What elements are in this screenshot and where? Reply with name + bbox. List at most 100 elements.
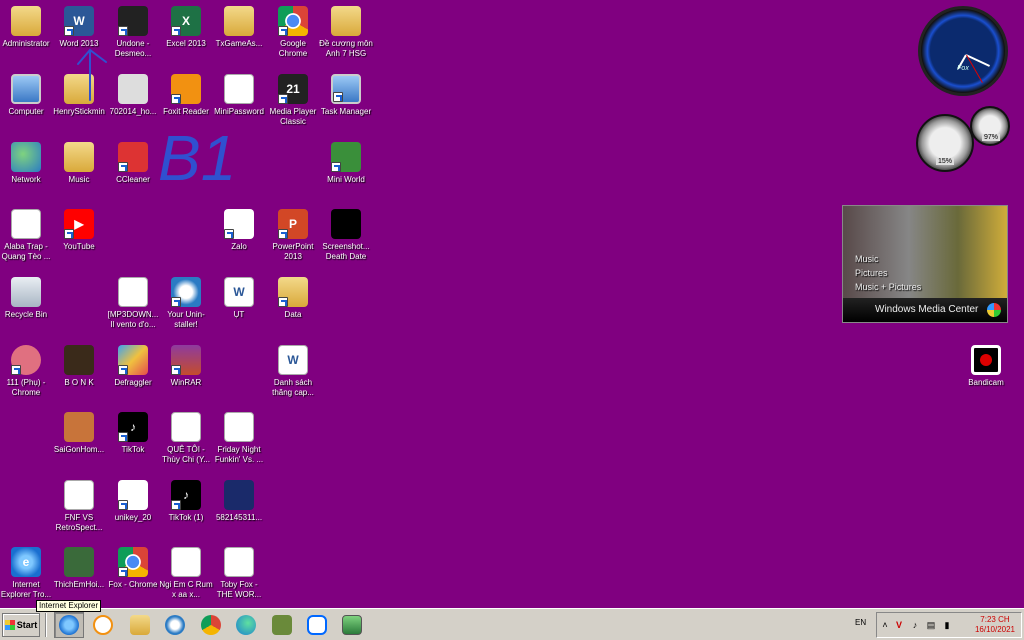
start-button[interactable]: Start <box>2 613 40 637</box>
desktop-icon-toby-fox[interactable]: MP3 Toby Fox - THE WOR... <box>211 543 267 600</box>
desktop-icon-bandicam[interactable]: Bandicam <box>958 341 1014 388</box>
desktop-icon-mini-world[interactable]: Mini World <box>318 138 374 185</box>
wmc-menu-music-pictures[interactable]: Music + Pictures <box>855 280 921 294</box>
desktop-icon-music[interactable]: Music <box>51 138 107 185</box>
wmc-menu: Music Pictures Music + Pictures <box>855 252 921 294</box>
desktop-icon-ut[interactable]: W ỤT <box>211 273 267 320</box>
desktop-icon-undone[interactable]: Undone - Desmeo... <box>105 2 161 59</box>
desktop-icon-danh-sach[interactable]: W Danh sách thăng cap... <box>265 341 321 398</box>
music-folder-icon <box>64 142 94 172</box>
system-tray: ˄ V ♪ ▤ ▮ 7:23 CH 16/10/2021 <box>876 612 1022 638</box>
tray-expand-icon[interactable]: ˄ <box>879 619 891 631</box>
youtube-icon: ▶ <box>64 209 94 239</box>
user-folder-icon <box>11 6 41 36</box>
taskbar-game-button[interactable] <box>267 612 297 638</box>
icon-label: Bandicam <box>968 378 1004 387</box>
desktop-icon-111-chrome[interactable]: 111 (Phụ) - Chrome <box>0 341 54 398</box>
taskbar-uninstaller-button[interactable] <box>160 612 190 638</box>
icon-label: Computer <box>8 107 44 116</box>
desktop-icon-702014[interactable]: 702014_ho... <box>105 70 161 117</box>
desktop-icon-excel-2013[interactable]: X Excel 2013 <box>158 2 214 49</box>
desktop-icon-media-player-classic[interactable]: 21 Media Player Classic <box>265 70 321 127</box>
game-icon <box>64 345 94 375</box>
desktop-icon-unikey[interactable]: Ư unikey_20 <box>105 476 161 523</box>
desktop-icon-powerpoint-2013[interactable]: P PowerPoint 2013 <box>265 205 321 262</box>
desktop-icon-administrator[interactable]: Administrator <box>0 2 54 49</box>
desktop-icon-alaba-trap[interactable]: MP3 Alaba Trap - Quang Tèo ... <box>0 205 54 262</box>
desktop-icon-mp3down[interactable]: MP3 [MP3DOWN... Il vento d'o... <box>105 273 161 330</box>
desktop-icon-tiktok[interactable]: ♪ TikTok <box>105 408 161 455</box>
defraggler-icon <box>118 345 148 375</box>
wmc-menu-music[interactable]: Music <box>855 252 921 266</box>
wmc-menu-pictures[interactable]: Pictures <box>855 266 921 280</box>
desktop-icon-internet-explorer[interactable]: e Internet Explorer Tro... <box>0 543 54 600</box>
desktop-icon-youtube[interactable]: ▶ YouTube <box>51 205 107 252</box>
desktop-icon-de-cuong[interactable]: Đề cương môn Anh 7 HSG <box>318 2 374 59</box>
icon-label: MiniPassword <box>214 107 264 116</box>
desktop-icon-ccleaner[interactable]: CCleaner <box>105 138 161 185</box>
desktop-icon-bonk[interactable]: B O N K <box>51 341 107 388</box>
desktop-icon-fox-chrome[interactable]: Fox - Chrome <box>105 543 161 590</box>
desktop-icon-computer[interactable]: Computer <box>0 70 54 117</box>
desktop-icon-your-uninstaller[interactable]: Your Unin-staller! <box>158 273 214 330</box>
icon-label: Toby Fox - THE WOR... <box>216 580 262 599</box>
clock[interactable]: 7:23 CH 16/10/2021 <box>975 615 1015 635</box>
desktop-icon-recycle-bin[interactable]: Recycle Bin <box>0 273 54 320</box>
desktop-icon-data[interactable]: Data <box>265 273 321 320</box>
windows-media-center-gadget[interactable]: Music Pictures Music + Pictures Windows … <box>842 205 1008 323</box>
desktop-icon-word-2013[interactable]: W Word 2013 <box>51 2 107 49</box>
desktop-icon-google-chrome[interactable]: Google Chrome <box>265 2 321 59</box>
icon-label: Zalo <box>231 242 247 251</box>
desktop-icon-ngi-em-c[interactable]: MP3 Ngi Em C Rum x aa x... <box>158 543 214 600</box>
desktop-icon-task-manager[interactable]: Task Manager <box>318 70 374 117</box>
icon-label: TikTok (1) <box>168 513 204 522</box>
desktop-icon-txgameas[interactable]: TxGameAs... <box>211 2 267 49</box>
icon-label: Mini World <box>327 175 365 184</box>
icon-label: ThichEmHoi... <box>53 580 105 589</box>
desktop-icon-minipassword[interactable]: MiniPassword <box>211 70 267 117</box>
battery-icon[interactable]: ▮ <box>941 619 953 631</box>
unikey-tray-icon[interactable]: V <box>893 619 905 631</box>
media-player-icon: 21 <box>278 74 308 104</box>
word-document-icon: W <box>278 345 308 375</box>
desktop-icon-582145311[interactable]: 582145311... <box>211 476 267 523</box>
desktop-icon-saigonhom[interactable]: SaiGonHom... <box>51 408 107 455</box>
clock-date: 16/10/2021 <box>974 625 1015 634</box>
wmc-title-bar[interactable]: Windows Media Center <box>843 298 1007 322</box>
desktop[interactable]: Administrator W Word 2013 Undone - Desme… <box>0 0 1024 608</box>
icon-label: Alaba Trap - Quang Tèo ... <box>1 242 51 261</box>
desktop-icon-winrar[interactable]: WinRAR <box>158 341 214 388</box>
desktop-icon-zalo[interactable]: Zalo Zalo <box>211 205 267 252</box>
taskbar-internet-explorer-button[interactable] <box>54 612 84 638</box>
taskbar-media-player-button[interactable] <box>88 612 118 638</box>
internet-explorer-icon: e <box>11 547 41 577</box>
desktop-icon-thichemhoi[interactable]: ThichEmHoi... <box>51 543 107 590</box>
clock-gadget[interactable]: Fox <box>918 6 1008 96</box>
folder-icon <box>224 6 254 36</box>
icon-label: ỤT <box>233 310 245 319</box>
desktop-icon-que-toi[interactable]: MP3 QUÊ TÔI - Thùy Chi (Y... <box>158 408 214 465</box>
internet-explorer-icon <box>59 615 79 635</box>
volume-icon[interactable]: ♪ <box>909 619 921 631</box>
desktop-icon-network[interactable]: Network <box>0 138 54 185</box>
desktop-icon-defraggler[interactable]: Defraggler <box>105 341 161 388</box>
folder-zip-icon <box>331 6 361 36</box>
taskbar-edge-button[interactable] <box>231 612 261 638</box>
desktop-icon-screenshot-death-date[interactable]: Screenshot... Death Date <box>318 205 374 262</box>
taskbar-file-explorer-button[interactable] <box>125 612 155 638</box>
cpu-meter-gadget[interactable]: 15% 97% <box>916 106 1010 174</box>
taskbar-desktop-button[interactable] <box>337 612 367 638</box>
desktop-icon-friday-night-funkin[interactable]: MP3 Friday Night Funkin' Vs. ... <box>211 408 267 465</box>
desktop-icon-fnf-vs-retrospect[interactable]: MP3 FNF VS RetroSpect... <box>51 476 107 533</box>
taskbar-chrome-button[interactable] <box>196 612 226 638</box>
network-tray-icon[interactable]: ▤ <box>925 619 937 631</box>
chrome-profile-icon <box>11 345 41 375</box>
desktop-icon-foxit-reader[interactable]: Foxit Reader <box>158 70 214 117</box>
desktop-icon-henrystickmin[interactable]: HenryStickmin <box>51 70 107 117</box>
desktop-icon-tiktok-1[interactable]: ♪ TikTok (1) <box>158 476 214 523</box>
computer-icon <box>11 74 41 104</box>
windows-logo-icon <box>4 620 15 630</box>
language-indicator[interactable]: EN <box>855 618 866 627</box>
winrar-icon <box>171 345 201 375</box>
taskbar-zalo-button[interactable] <box>302 612 332 638</box>
